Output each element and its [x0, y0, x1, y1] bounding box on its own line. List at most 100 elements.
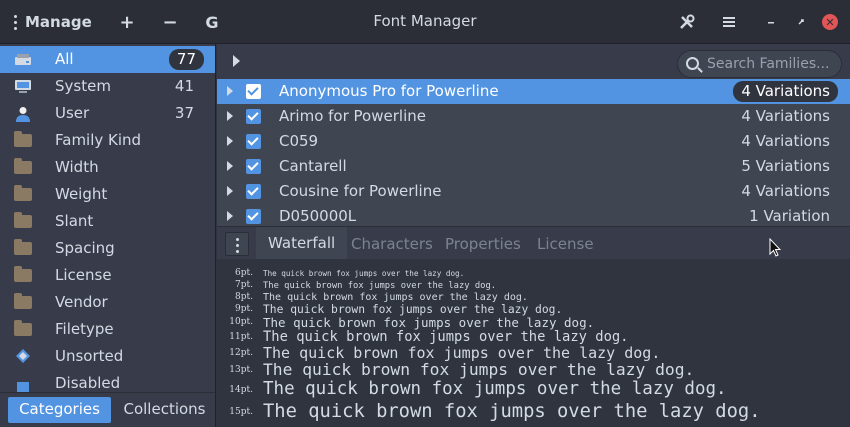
- enable-checkbox[interactable]: [246, 159, 261, 174]
- expand-arrow-icon[interactable]: [227, 186, 233, 196]
- tab-waterfall[interactable]: Waterfall: [256, 227, 348, 260]
- hamburger-icon: [723, 17, 735, 27]
- sample-text: The quick brown fox jumps over the lazy …: [263, 329, 629, 345]
- folder-icon: [14, 185, 32, 201]
- sidebar-item-label: Family Kind: [55, 131, 142, 149]
- font-row[interactable]: Cousine for Powerline 4 Variations: [217, 179, 850, 204]
- size-label: 12pt.: [229, 348, 253, 358]
- font-row[interactable]: Arimo for Powerline 4 Variations: [217, 104, 850, 129]
- sidebar-item-weight[interactable]: Weight: [0, 181, 215, 208]
- font-row[interactable]: C059 4 Variations: [217, 129, 850, 154]
- remove-button[interactable]: −: [157, 9, 183, 35]
- sample-text: The quick brown fox jumps over the lazy …: [263, 379, 727, 399]
- drive-icon: [15, 54, 31, 65]
- folder-icon: [14, 266, 32, 282]
- size-label: 10pt.: [229, 317, 253, 327]
- search-icon: [686, 57, 699, 70]
- folder-icon: [14, 158, 32, 174]
- sidebar-item-spacing[interactable]: Spacing: [0, 235, 215, 262]
- font-family-name: D050000L: [279, 207, 357, 225]
- tab-license[interactable]: License: [537, 235, 594, 253]
- font-list-toolbar: [217, 44, 850, 79]
- tab-collections[interactable]: Collections: [113, 397, 215, 423]
- sidebar-item-label: System: [55, 77, 111, 95]
- enable-checkbox[interactable]: [246, 84, 261, 99]
- sample-text: The quick brown fox jumps over the lazy …: [263, 401, 761, 422]
- add-button[interactable]: +: [114, 9, 140, 35]
- sidebar-item-label: License: [55, 266, 112, 284]
- manage-menu-button[interactable]: Manage: [14, 9, 92, 35]
- tab-properties[interactable]: Properties: [445, 235, 521, 253]
- sidebar-item-label: Spacing: [55, 239, 115, 257]
- sidebar-item-unsorted[interactable]: Unsorted: [0, 343, 215, 370]
- sidebar-item-label: Filetype: [55, 320, 114, 338]
- enable-checkbox[interactable]: [246, 109, 261, 124]
- font-family-name: Cantarell: [279, 157, 347, 175]
- expand-arrow-icon[interactable]: [227, 111, 233, 121]
- sidebar-item-user[interactable]: User 37: [0, 100, 215, 127]
- expand-arrow-icon[interactable]: [227, 86, 233, 96]
- tab-characters[interactable]: Characters: [351, 235, 433, 253]
- tools-icon: [680, 14, 695, 29]
- search-box[interactable]: [677, 50, 842, 78]
- search-input[interactable]: [707, 54, 835, 74]
- enable-checkbox[interactable]: [246, 134, 261, 149]
- hamburger-menu-button[interactable]: [716, 9, 742, 35]
- sidebar-item-label: Weight: [55, 185, 108, 203]
- folder-icon: [14, 239, 32, 255]
- variation-count: 4 Variations: [741, 107, 830, 125]
- preview-menu-button[interactable]: [225, 232, 249, 256]
- minimize-icon: [768, 22, 774, 24]
- user-icon: [16, 107, 30, 122]
- sidebar-item-vendor[interactable]: Vendor: [0, 289, 215, 316]
- variation-count: 4 Variations: [741, 132, 830, 150]
- sidebar-item-width[interactable]: Width: [0, 154, 215, 181]
- g-button[interactable]: G: [199, 9, 225, 35]
- enable-checkbox[interactable]: [246, 209, 261, 224]
- font-row[interactable]: Anonymous Pro for Powerline 4 Variations: [217, 79, 850, 104]
- font-row[interactable]: Cantarell 5 Variations: [217, 154, 850, 179]
- sidebar-item-count: 41: [174, 77, 194, 95]
- preview-tab-bar: Waterfall Characters Properties License: [217, 226, 850, 260]
- expand-arrow-icon[interactable]: [227, 161, 233, 171]
- minus-icon: −: [162, 11, 178, 33]
- variation-count: 4 Variations: [733, 81, 838, 102]
- expand-arrow-icon[interactable]: [227, 211, 233, 221]
- sidebar-item-system[interactable]: System 41: [0, 73, 215, 100]
- expand-all-icon[interactable]: [233, 55, 240, 67]
- tools-button[interactable]: [674, 9, 700, 35]
- sidebar-item-label: Disabled: [55, 374, 121, 392]
- sidebar-item-slant[interactable]: Slant: [0, 208, 215, 235]
- sample-text: The quick brown fox jumps over the lazy …: [263, 315, 595, 330]
- sidebar-item-family-kind[interactable]: Family Kind: [0, 127, 215, 154]
- close-button[interactable]: ✕: [822, 14, 838, 30]
- waterfall-preview: 6pt. The quick brown fox jumps over the …: [217, 259, 850, 427]
- maximize-button[interactable]: [788, 9, 814, 35]
- sidebar-item-license[interactable]: License: [0, 262, 215, 289]
- enable-checkbox[interactable]: [246, 184, 261, 199]
- sample-text: The quick brown fox jumps over the lazy …: [263, 281, 497, 291]
- font-family-name: Cousine for Powerline: [279, 182, 442, 200]
- size-label: 13pt.: [229, 365, 253, 375]
- expand-arrow-icon[interactable]: [227, 136, 233, 146]
- sidebar-item-count: 37: [174, 104, 194, 122]
- variation-count: 4 Variations: [741, 182, 830, 200]
- header-bar: Manage + − G Font Manager ✕: [0, 0, 850, 44]
- folder-icon: [14, 320, 32, 336]
- size-label: 14pt.: [229, 385, 253, 395]
- size-label: 15pt.: [229, 407, 253, 417]
- close-icon: ✕: [825, 15, 835, 29]
- tab-categories[interactable]: Categories: [8, 397, 111, 423]
- size-label: 6pt.: [235, 268, 253, 278]
- sidebar-item-filetype[interactable]: Filetype: [0, 316, 215, 343]
- folder-icon: [14, 293, 32, 309]
- g-label: G: [205, 12, 219, 32]
- size-label: 9pt.: [235, 304, 253, 314]
- sidebar-item-all[interactable]: All 77: [0, 46, 215, 73]
- font-family-name: Anonymous Pro for Powerline: [279, 82, 499, 100]
- minimize-button[interactable]: [758, 9, 784, 35]
- manage-label: Manage: [25, 13, 92, 31]
- sidebar-item-label: Width: [55, 158, 99, 176]
- variation-count: 5 Variations: [741, 157, 830, 175]
- variation-count: 1 Variation: [749, 207, 830, 225]
